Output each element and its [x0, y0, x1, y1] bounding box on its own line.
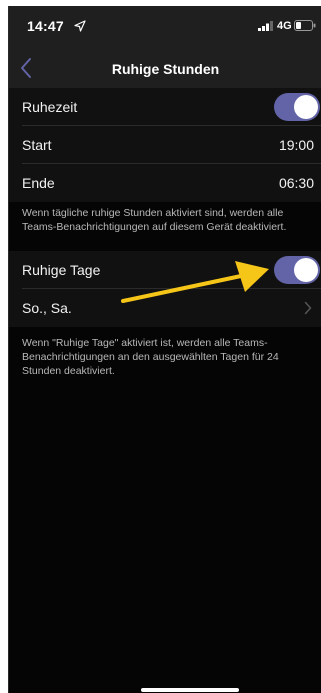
ende-row[interactable]: Ende 06:30 [9, 164, 321, 202]
ruhezeit-row: Ruhezeit [9, 88, 321, 126]
location-arrow-icon [74, 20, 86, 32]
chevron-right-icon [304, 301, 312, 315]
ende-label: Ende [22, 175, 55, 191]
quiet-hours-note: Wenn tägliche ruhige Stunden aktiviert s… [22, 207, 287, 233]
battery-icon [294, 20, 316, 31]
phone-screen: 14:47 4G Ruhige Stunden Ruhezeit Start 1… [8, 6, 321, 693]
start-row[interactable]: Start 19:00 [9, 126, 321, 164]
status-time: 14:47 [27, 18, 64, 34]
toggle-knob [294, 95, 318, 119]
ruhige-tage-label: Ruhige Tage [22, 262, 101, 278]
start-label: Start [22, 137, 52, 153]
navigation-bar: Ruhige Stunden [9, 46, 321, 91]
days-label: So., Sa. [22, 300, 72, 316]
ende-value: 06:30 [278, 175, 314, 191]
ruhige-tage-row: Ruhige Tage [9, 251, 321, 289]
ruhezeit-label: Ruhezeit [22, 99, 78, 115]
days-row[interactable]: So., Sa. [9, 289, 321, 327]
network-label: 4G [277, 20, 292, 32]
quiet-days-note: Wenn "Ruhige Tage" aktiviert ist, werden… [22, 337, 279, 377]
ruhige-tage-toggle[interactable] [274, 256, 320, 284]
ruhezeit-toggle[interactable] [274, 93, 320, 121]
start-value: 19:00 [278, 137, 314, 153]
signal-icon [258, 21, 273, 31]
page-title: Ruhige Stunden [111, 61, 220, 77]
status-bar: 14:47 4G [9, 6, 321, 46]
toggle-knob [294, 258, 318, 282]
home-indicator [141, 688, 239, 692]
